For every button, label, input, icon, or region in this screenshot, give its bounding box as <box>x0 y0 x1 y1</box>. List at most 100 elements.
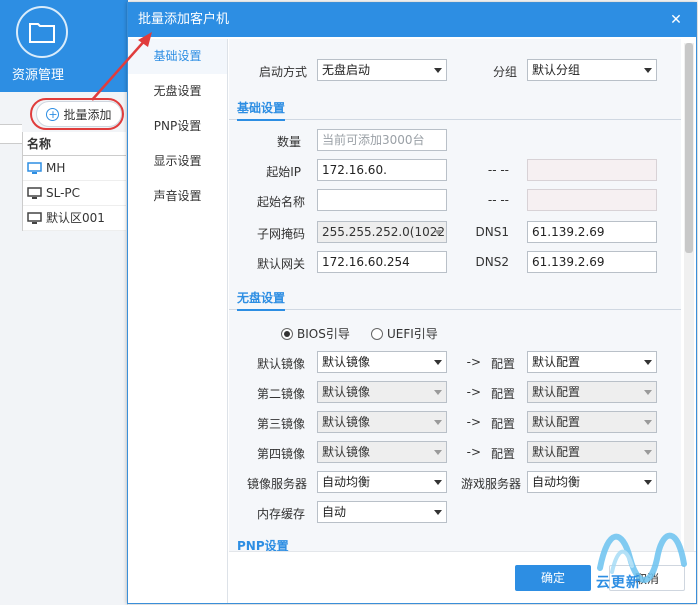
dialog-title-bar: 批量添加客户机 ✕ <box>128 3 696 37</box>
chevron-down-icon <box>644 360 652 365</box>
config-select[interactable]: 默认配置 <box>527 351 657 373</box>
chevron-down-icon <box>644 450 652 455</box>
image-row-label: 第三镜像 <box>256 417 305 431</box>
subnet-value: 255.255.252.0(1022 <box>322 225 446 239</box>
config-value: 默认配置 <box>532 415 581 429</box>
chevron-down-icon <box>644 68 652 73</box>
watermark-text: 云更新 <box>596 575 641 591</box>
chevron-down-icon <box>434 510 442 515</box>
game-server-value: 自动均衡 <box>532 475 581 489</box>
nav-basic-settings[interactable]: 基础设置 <box>128 39 227 74</box>
config-label: 配置 <box>490 387 515 401</box>
dialog-title: 批量添加客户机 <box>138 12 230 27</box>
uefi-boot-label: UEFI引导 <box>387 327 438 341</box>
bios-boot-radio[interactable]: BIOS引导 <box>281 325 350 342</box>
arrow-text: -> <box>466 415 481 429</box>
chevron-down-icon <box>644 390 652 395</box>
config-label: 配置 <box>490 417 515 431</box>
image-server-label: 镜像服务器 <box>246 477 307 491</box>
section-title-basic: 基础设置 <box>237 99 286 121</box>
range-separator: -- -- <box>487 193 509 207</box>
end-name-input <box>527 189 657 211</box>
start-name-label: 起始名称 <box>256 195 305 209</box>
scrollbar-thumb[interactable] <box>685 43 693 253</box>
chevron-down-icon <box>434 480 442 485</box>
nav-diskless-settings[interactable]: 无盘设置 <box>128 74 227 109</box>
chevron-down-icon <box>434 420 442 425</box>
uefi-boot-radio[interactable]: UEFI引导 <box>371 325 438 342</box>
image-value: 默认镜像 <box>322 355 371 369</box>
list-item[interactable]: 默认区001 <box>23 206 126 231</box>
list-item[interactable]: MH <box>23 156 126 181</box>
dns1-input[interactable]: 61.139.2.69 <box>527 221 657 243</box>
list-item[interactable]: SL-PC <box>23 181 126 206</box>
start-ip-label: 起始IP <box>266 165 301 179</box>
dns2-label: DNS2 <box>475 255 509 269</box>
app-header: 资源管理 <box>0 0 128 92</box>
annotation-circle <box>30 98 124 130</box>
boot-mode-select[interactable]: 无盘启动 <box>317 59 447 81</box>
cache-value: 自动 <box>322 505 347 519</box>
config-select[interactable]: 默认配置 <box>527 411 657 433</box>
gateway-input[interactable]: 172.16.60.254 <box>317 251 447 273</box>
background-app: 资源管理 + 批量添加 名称 MH SL-PC 默认区001 <box>0 0 128 605</box>
boot-mode-value: 无盘启动 <box>322 63 371 77</box>
list-item-label: MH <box>46 160 66 175</box>
radio-unselected-icon <box>371 327 383 340</box>
subnet-select[interactable]: 255.255.252.0(1022 <box>317 221 447 243</box>
arrow-text: -> <box>466 445 481 459</box>
chevron-down-icon <box>434 450 442 455</box>
config-value: 默认配置 <box>532 385 581 399</box>
config-value: 默认配置 <box>532 355 581 369</box>
image-select[interactable]: 默认镜像 <box>317 381 447 403</box>
range-separator: -- -- <box>487 163 509 177</box>
chevron-down-icon <box>644 420 652 425</box>
config-select[interactable]: 默认配置 <box>527 441 657 463</box>
cache-select[interactable]: 自动 <box>317 501 447 523</box>
nav-pnp-settings[interactable]: PNP设置 <box>128 109 227 144</box>
game-server-select[interactable]: 自动均衡 <box>527 471 657 493</box>
settings-nav: 基础设置 无盘设置 PNP设置 显示设置 声音设置 <box>128 39 228 603</box>
start-ip-input[interactable]: 172.16.60. <box>317 159 447 181</box>
group-label: 分组 <box>492 65 517 79</box>
config-label: 配置 <box>490 357 515 371</box>
image-server-value: 自动均衡 <box>322 475 371 489</box>
image-select[interactable]: 默认镜像 <box>317 351 447 373</box>
toolbar-strip <box>0 124 22 144</box>
game-server-label: 游戏服务器 <box>460 477 521 491</box>
image-row-label: 第二镜像 <box>256 387 305 401</box>
image-value: 默认镜像 <box>322 385 371 399</box>
count-input[interactable]: 当前可添加3000台 <box>317 129 447 151</box>
image-select[interactable]: 默认镜像 <box>317 441 447 463</box>
end-ip-input <box>527 159 657 181</box>
radio-selected-icon <box>281 327 293 340</box>
image-row-label: 第四镜像 <box>256 447 305 461</box>
client-list: 名称 MH SL-PC 默认区001 <box>22 132 126 231</box>
ok-button[interactable]: 确定 <box>515 565 591 591</box>
config-select[interactable]: 默认配置 <box>527 381 657 403</box>
dns1-label: DNS1 <box>475 225 509 239</box>
list-header: 名称 <box>23 132 126 156</box>
image-select[interactable]: 默认镜像 <box>317 411 447 433</box>
image-value: 默认镜像 <box>322 415 371 429</box>
nav-display-settings[interactable]: 显示设置 <box>128 144 227 179</box>
group-select[interactable]: 默认分组 <box>527 59 657 81</box>
count-label: 数量 <box>276 135 301 149</box>
config-label: 配置 <box>490 447 515 461</box>
bios-boot-label: BIOS引导 <box>297 327 350 341</box>
start-name-input[interactable] <box>317 189 447 211</box>
monitor-icon <box>27 161 42 174</box>
dns2-input[interactable]: 61.139.2.69 <box>527 251 657 273</box>
settings-content: 启动方式 无盘启动 分组 默认分组 基础设置 数量 当前可添加3000台 起始I… <box>229 39 681 551</box>
nav-sound-settings[interactable]: 声音设置 <box>128 179 227 214</box>
gateway-label: 默认网关 <box>256 257 305 271</box>
app-title: 资源管理 <box>12 68 65 83</box>
close-icon[interactable]: ✕ <box>668 12 684 28</box>
content-scrollbar[interactable] <box>684 43 694 553</box>
chevron-down-icon <box>434 68 442 73</box>
monitor-icon <box>27 186 42 199</box>
chevron-down-icon <box>434 230 442 235</box>
image-server-select[interactable]: 自动均衡 <box>317 471 447 493</box>
image-row-label: 默认镜像 <box>256 357 305 371</box>
list-item-label: 默认区001 <box>46 210 105 225</box>
